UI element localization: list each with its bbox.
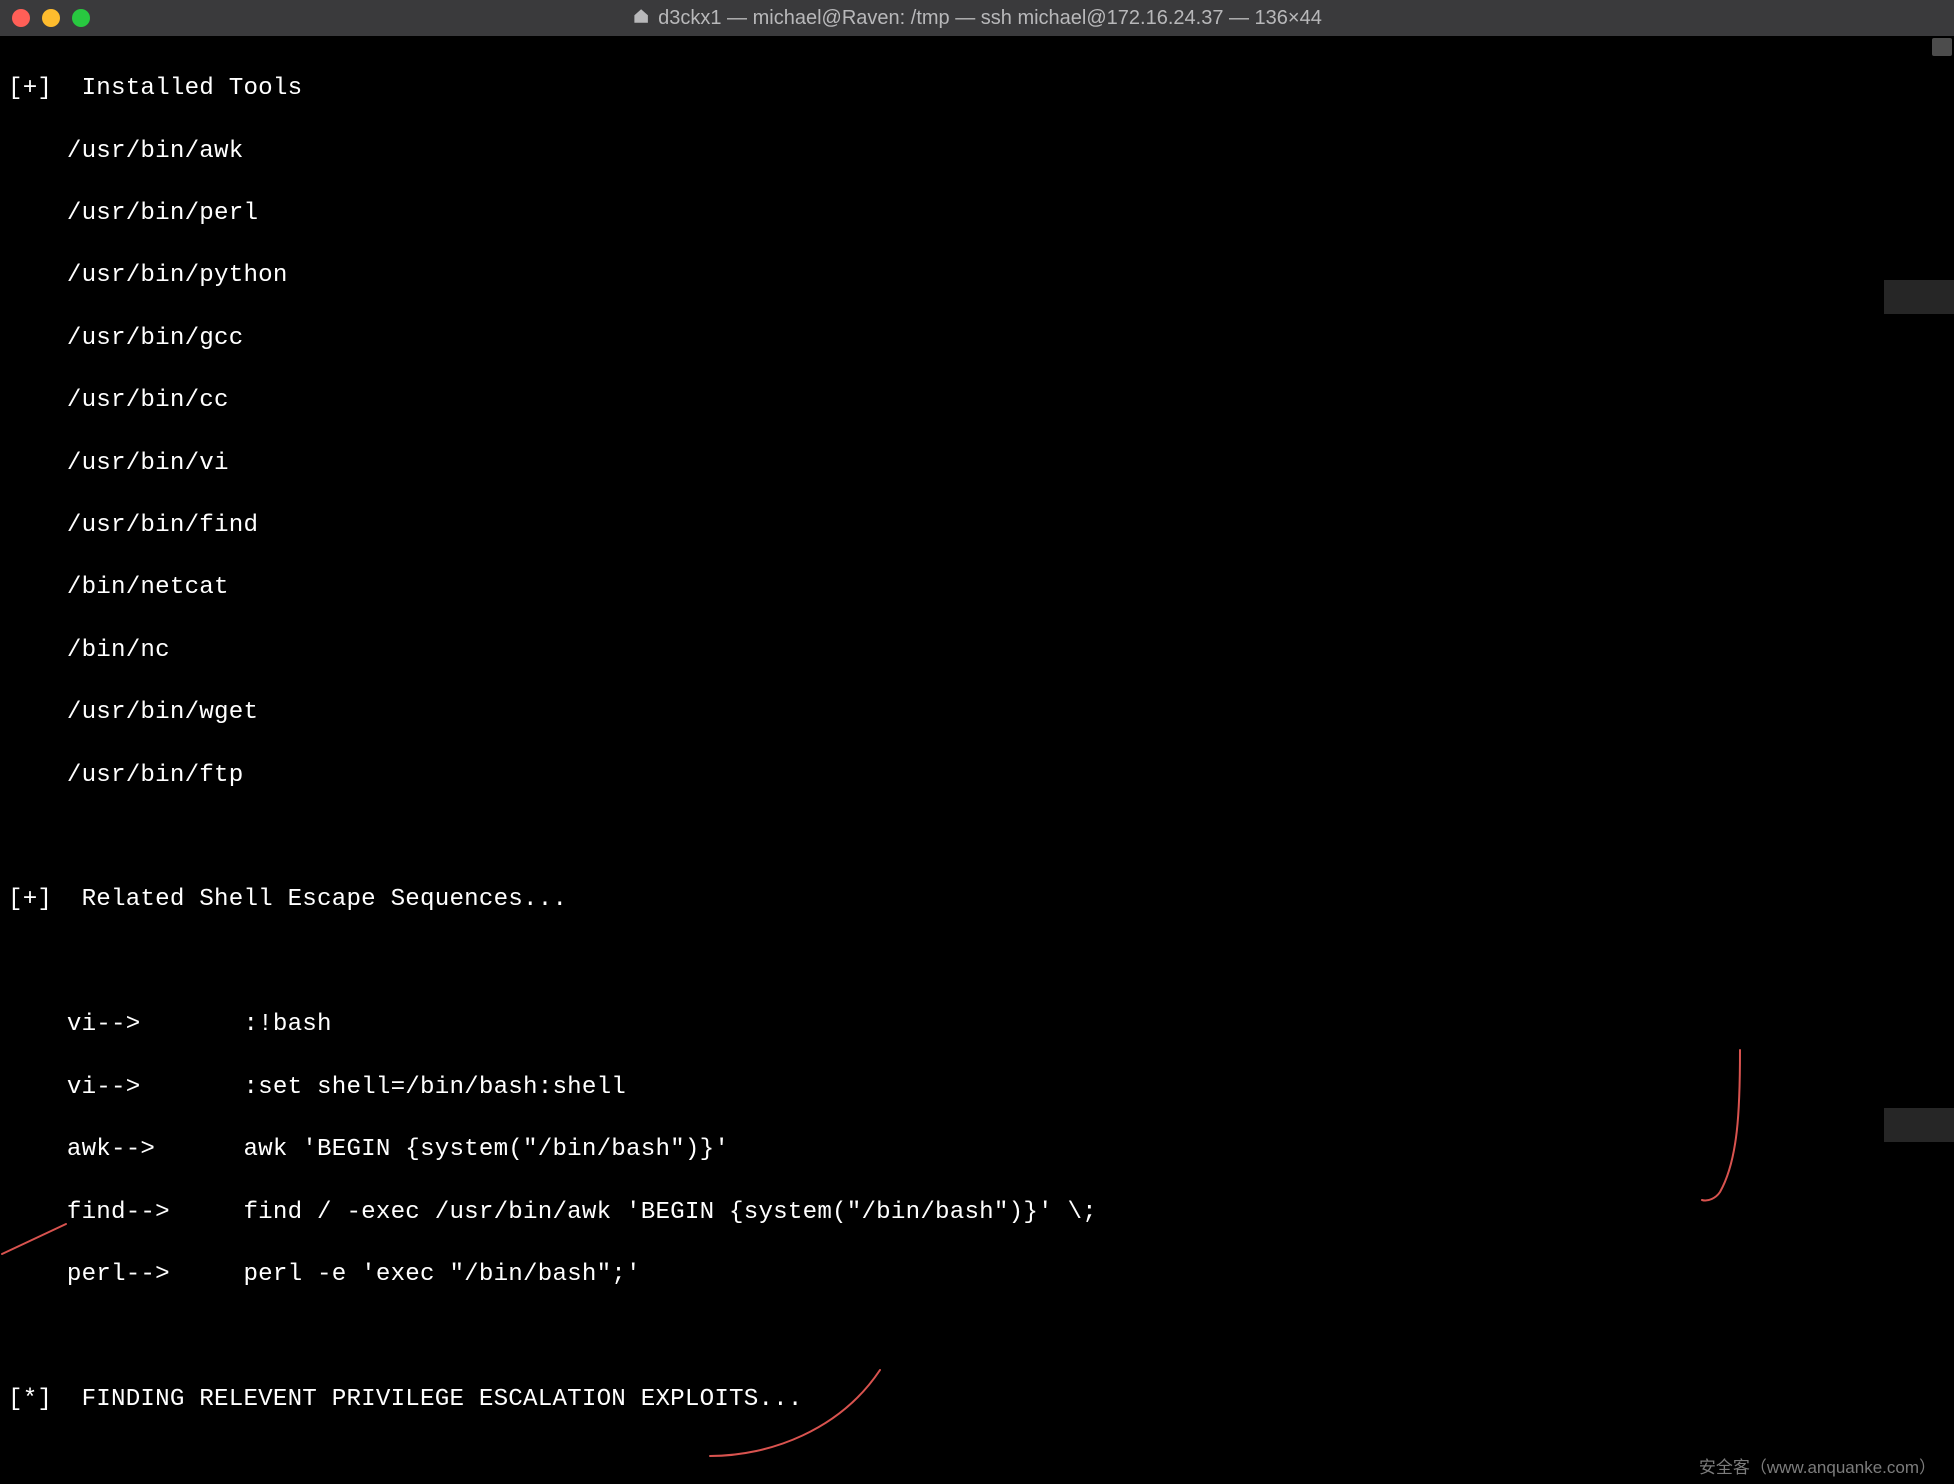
overlay-tab bbox=[1884, 280, 1954, 314]
scrollbar-thumb[interactable] bbox=[1932, 38, 1952, 56]
escape-seq: vi--> :!bash bbox=[8, 1009, 1946, 1040]
terminal-window: d3ckx1 — michael@Raven: /tmp — ssh micha… bbox=[0, 0, 1954, 1484]
titlebar[interactable]: d3ckx1 — michael@Raven: /tmp — ssh micha… bbox=[0, 0, 1954, 36]
scrollbar-track[interactable] bbox=[1930, 36, 1954, 1484]
tool-path: /usr/bin/ftp bbox=[8, 760, 1946, 791]
tool-path: /usr/bin/python bbox=[8, 260, 1946, 291]
blank-line bbox=[8, 1446, 1946, 1477]
escape-seq: awk--> awk 'BEGIN {system("/bin/bash")}' bbox=[8, 1134, 1946, 1165]
window-title: d3ckx1 — michael@Raven: /tmp — ssh micha… bbox=[632, 7, 1322, 30]
blank-line bbox=[8, 1321, 1946, 1352]
terminal-output[interactable]: [+] Installed Tools /usr/bin/awk /usr/bi… bbox=[0, 36, 1954, 1484]
escape-seq: vi--> :set shell=/bin/bash:shell bbox=[8, 1072, 1946, 1103]
maximize-icon[interactable] bbox=[72, 9, 90, 27]
section-header: [*] FINDING RELEVENT PRIVILEGE ESCALATIO… bbox=[8, 1384, 1946, 1415]
escape-seq: perl--> perl -e 'exec "/bin/bash";' bbox=[8, 1259, 1946, 1290]
section-header: [+] Related Shell Escape Sequences... bbox=[8, 884, 1946, 915]
tool-path: /bin/nc bbox=[8, 635, 1946, 666]
tool-path: /usr/bin/wget bbox=[8, 697, 1946, 728]
tool-path: /usr/bin/vi bbox=[8, 448, 1946, 479]
section-header: [+] Installed Tools bbox=[8, 73, 1946, 104]
home-icon bbox=[632, 7, 650, 30]
window-title-text: d3ckx1 — michael@Raven: /tmp — ssh micha… bbox=[658, 7, 1322, 30]
watermark-text: 安全客（www.anquanke.com） bbox=[1699, 1453, 1936, 1478]
tool-path: /usr/bin/gcc bbox=[8, 323, 1946, 354]
tool-path: /usr/bin/awk bbox=[8, 136, 1946, 167]
traffic-lights bbox=[12, 9, 90, 27]
tool-path: /usr/bin/find bbox=[8, 510, 1946, 541]
minimize-icon[interactable] bbox=[42, 9, 60, 27]
close-icon[interactable] bbox=[12, 9, 30, 27]
overlay-tab bbox=[1884, 1108, 1954, 1142]
tool-path: /usr/bin/cc bbox=[8, 385, 1946, 416]
escape-seq: find--> find / -exec /usr/bin/awk 'BEGIN… bbox=[8, 1197, 1946, 1228]
tool-path: /bin/netcat bbox=[8, 572, 1946, 603]
blank-line bbox=[8, 822, 1946, 853]
blank-line bbox=[8, 947, 1946, 978]
tool-path: /usr/bin/perl bbox=[8, 198, 1946, 229]
